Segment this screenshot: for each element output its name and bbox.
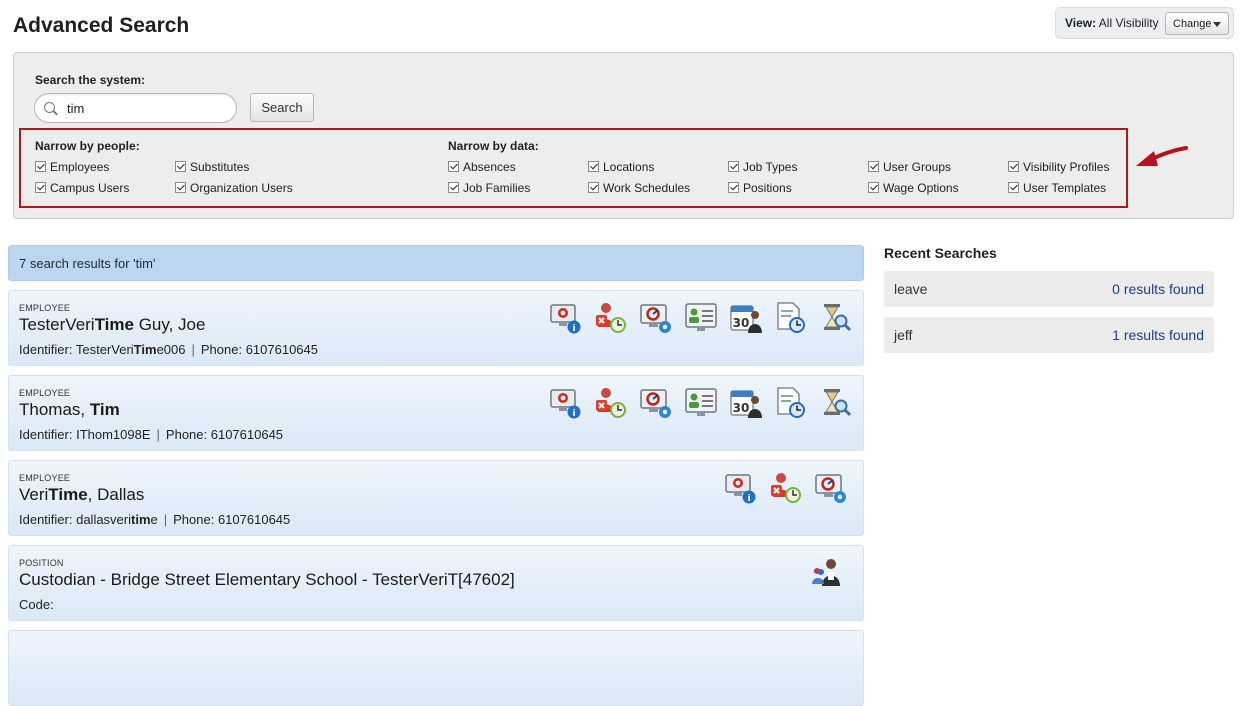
result-card[interactable]: EMPLOYEE VeriTime, Dallas Identifier: da…	[8, 460, 864, 536]
result-type: POSITION	[19, 558, 64, 568]
checkbox-icon[interactable]	[868, 182, 879, 193]
checkbox-user-groups[interactable]: User Groups	[868, 160, 951, 174]
employee-info-icon[interactable]: i	[549, 301, 583, 335]
checkbox-icon[interactable]	[35, 161, 46, 172]
change-view-button[interactable]: Change	[1165, 12, 1229, 35]
checkbox-job-types[interactable]: Job Types	[728, 160, 797, 174]
result-name[interactable]: Thomas, Tim	[19, 400, 120, 420]
checkbox-locations[interactable]: Locations	[588, 160, 654, 174]
narrow-data-heading: Narrow by data:	[448, 139, 539, 153]
annotation-arrow-icon	[1136, 146, 1188, 166]
recent-query[interactable]: jeff	[894, 327, 912, 343]
search-panel: Search the system: Search Narrow by peop…	[13, 52, 1234, 219]
checkbox-icon[interactable]	[35, 182, 46, 193]
search-input[interactable]	[65, 98, 230, 118]
document-clock-icon[interactable]	[774, 301, 808, 335]
checkbox-icon[interactable]	[175, 182, 186, 193]
position-people-icon[interactable]	[809, 556, 843, 590]
svg-text:30: 30	[733, 401, 750, 415]
result-card[interactable]	[8, 630, 864, 706]
checkbox-icon[interactable]	[448, 161, 459, 172]
absence-delete-icon[interactable]	[594, 301, 628, 335]
checkbox-icon[interactable]	[175, 161, 186, 172]
result-details: Identifier: dallasveritime | Phone: 610761…	[19, 512, 291, 527]
checkbox-icon[interactable]	[1008, 161, 1019, 172]
checkbox-campus-users[interactable]: Campus Users	[35, 181, 129, 195]
checkbox-employees[interactable]: Employees	[35, 160, 109, 174]
checkbox-icon[interactable]	[868, 161, 879, 172]
profile-card-icon[interactable]	[684, 301, 718, 335]
chevron-down-icon	[1213, 22, 1221, 27]
employee-info-icon[interactable]: i	[549, 386, 583, 420]
result-details: Identifier: IThom1098E | Phone: 6107610645	[19, 427, 284, 442]
absence-delete-icon[interactable]	[769, 471, 803, 505]
result-details: Identifier: TesterVeriTime006 | Phone: 610…	[19, 342, 318, 357]
document-clock-icon[interactable]	[774, 386, 808, 420]
results-summary: 7 search results for 'tim'	[8, 245, 864, 281]
checkbox-work-schedules[interactable]: Work Schedules	[588, 181, 690, 195]
result-card[interactable]: EMPLOYEE TesterVeriTime Guy, Joe Identif…	[8, 290, 864, 366]
employee-info-icon[interactable]: i	[724, 471, 758, 505]
checkbox-organization-users[interactable]: Organization Users	[175, 181, 293, 195]
settings-screen-icon[interactable]	[639, 301, 673, 335]
view-value: All Visibility	[1098, 16, 1159, 30]
result-name[interactable]: Custodian - Bridge Street Elementary Sch…	[19, 570, 515, 590]
checkbox-wage-options[interactable]: Wage Options	[868, 181, 959, 195]
settings-screen-icon[interactable]	[639, 386, 673, 420]
checkbox-job-families[interactable]: Job Families	[448, 181, 530, 195]
recent-searches-title: Recent Searches	[884, 245, 997, 261]
view-label: View:	[1065, 16, 1097, 30]
checkbox-icon[interactable]	[588, 182, 599, 193]
result-card[interactable]: POSITION Custodian - Bridge Street Eleme…	[8, 545, 864, 621]
narrow-people-heading: Narrow by people:	[35, 139, 140, 153]
recent-result-link[interactable]: 1 results found	[1112, 327, 1204, 343]
recent-search-item[interactable]: jeff 1 results found	[884, 317, 1214, 353]
result-name[interactable]: TesterVeriTime Guy, Joe	[19, 315, 205, 335]
result-type: EMPLOYEE	[19, 388, 71, 398]
checkbox-visibility-profiles[interactable]: Visibility Profiles	[1008, 160, 1109, 174]
page-title: Advanced Search	[13, 14, 190, 37]
svg-text:30: 30	[733, 316, 750, 330]
result-type: EMPLOYEE	[19, 303, 71, 313]
recent-search-item[interactable]: leave 0 results found	[884, 271, 1214, 307]
checkbox-icon[interactable]	[1008, 182, 1019, 193]
calendar-30-icon[interactable]: 30	[729, 301, 763, 335]
checkbox-icon[interactable]	[588, 161, 599, 172]
profile-card-icon[interactable]	[684, 386, 718, 420]
search-label: Search the system:	[35, 73, 146, 87]
recent-result-link[interactable]: 0 results found	[1112, 281, 1204, 297]
search-button[interactable]: Search	[250, 93, 314, 122]
hourglass-search-icon[interactable]	[819, 301, 853, 335]
svg-text:i: i	[572, 324, 575, 334]
checkbox-icon[interactable]	[728, 161, 739, 172]
svg-text:i: i	[747, 494, 750, 504]
calendar-30-icon[interactable]: 30	[729, 386, 763, 420]
absence-delete-icon[interactable]	[594, 386, 628, 420]
recent-query[interactable]: leave	[894, 281, 927, 297]
view-selector: View: All Visibility Change	[1055, 7, 1234, 39]
checkbox-user-templates[interactable]: User Templates	[1008, 181, 1106, 195]
svg-text:i: i	[572, 409, 575, 419]
search-icon	[44, 102, 55, 113]
checkbox-positions[interactable]: Positions	[728, 181, 792, 195]
result-card[interactable]: EMPLOYEE Thomas, Tim Identifier: IThom10…	[8, 375, 864, 451]
result-name[interactable]: VeriTime, Dallas	[19, 485, 144, 505]
narrow-filters: Narrow by people: Employees Substitutes …	[19, 128, 1128, 208]
settings-screen-icon[interactable]	[814, 471, 848, 505]
result-type: EMPLOYEE	[19, 473, 71, 483]
checkbox-absences[interactable]: Absences	[448, 160, 516, 174]
checkbox-substitutes[interactable]: Substitutes	[175, 160, 249, 174]
checkbox-icon[interactable]	[448, 182, 459, 193]
result-details: Code:	[19, 597, 54, 612]
search-field[interactable]	[34, 93, 237, 123]
checkbox-icon[interactable]	[728, 182, 739, 193]
hourglass-search-icon[interactable]	[819, 386, 853, 420]
